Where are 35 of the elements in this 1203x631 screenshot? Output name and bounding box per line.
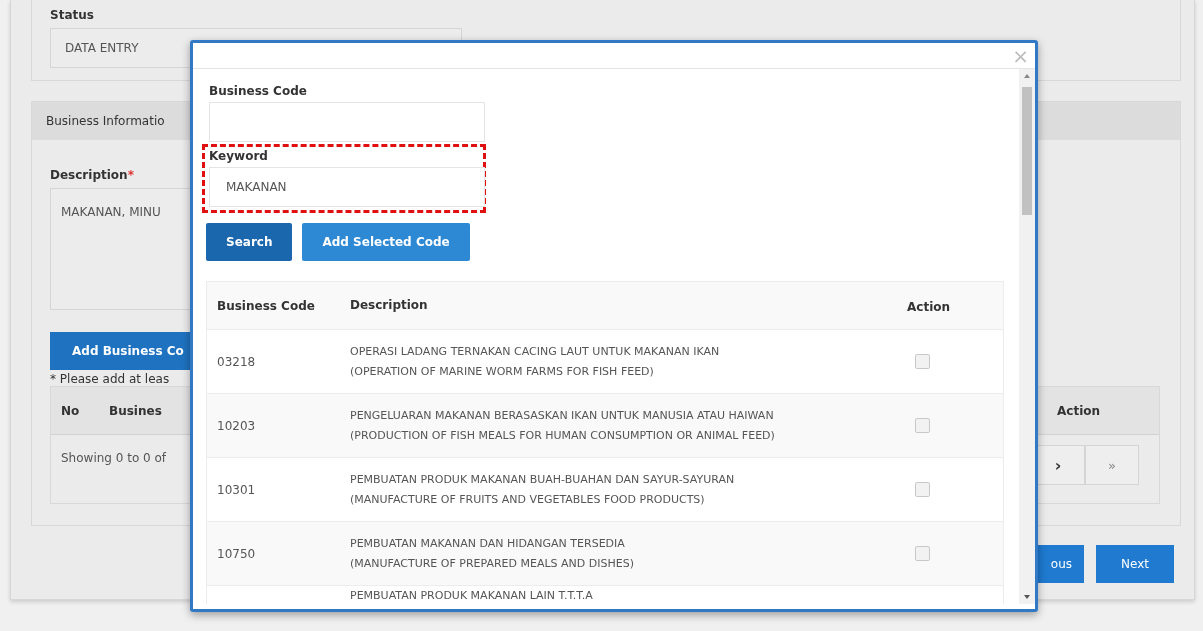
code-cell: 10203 bbox=[217, 418, 256, 433]
code-cell: 10750 bbox=[217, 546, 256, 561]
column-header: Busines bbox=[109, 403, 162, 418]
checkbox[interactable] bbox=[915, 354, 930, 369]
column-header: Business Code bbox=[217, 298, 315, 313]
table-info-text: Showing 0 to 0 of bbox=[61, 451, 167, 467]
description-text: PEMBUATAN PRODUK MAKANAN BUAH-BUAHAN DAN SAYUR-SAYURAN bbox=[350, 472, 735, 486]
description-text: (PRODUCTION OF FISH MEALS FOR HUMAN CONSUMPTION OR ANIMAL FEED) bbox=[350, 428, 775, 442]
field-label: Business Code bbox=[209, 84, 308, 98]
pagination-button[interactable]: » bbox=[1085, 445, 1139, 485]
description-text: PEMBUATAN MAKANAN DAN HIDANGAN TERSEDIA bbox=[350, 536, 625, 550]
field-label: Keyword bbox=[209, 149, 269, 163]
description-text: PEMBUATAN PRODUK MAKANAN LAIN T.T.T.A bbox=[350, 589, 593, 602]
column-header: Action bbox=[907, 300, 951, 314]
description-text: (MANUFACTURE OF PREPARED MEALS AND DISHES) bbox=[350, 556, 634, 570]
field-label: Status bbox=[50, 8, 95, 22]
description-text: OPERASI LADANG TERNAKAN CACING LAUT UNTUK MAKANAN IKAN bbox=[350, 344, 720, 358]
code-cell: 10301 bbox=[217, 482, 256, 497]
column-header: No bbox=[61, 403, 80, 418]
keyword-input[interactable]: MAKANAN bbox=[209, 167, 485, 207]
add-selected-code-button[interactable]: Add Selected Code bbox=[302, 223, 470, 261]
checkbox[interactable] bbox=[915, 418, 930, 433]
checkbox[interactable] bbox=[915, 546, 930, 561]
field-label: Description* bbox=[50, 168, 135, 182]
code-cell: 03218 bbox=[217, 354, 256, 369]
description-text: PENGELUARAN MAKANAN BERASASKAN IKAN UNTUK MANUSIA ATAU HAIWAN bbox=[350, 408, 774, 422]
description-text: (MANUFACTURE OF FRUITS AND VEGETABLES FOOD PRODUCTS) bbox=[350, 492, 705, 506]
column-header: Description bbox=[350, 298, 428, 312]
next-button[interactable]: Next bbox=[1096, 545, 1174, 583]
description-text: (OPERATION OF MARINE WORM FARMS FOR FISH FEED) bbox=[350, 364, 654, 378]
add-business-code-button[interactable]: Add Business Co bbox=[50, 332, 192, 370]
column-header: Action bbox=[1057, 403, 1101, 418]
business-code-input[interactable] bbox=[209, 102, 485, 142]
search-button[interactable]: Search bbox=[206, 223, 293, 261]
checkbox[interactable] bbox=[915, 482, 930, 497]
